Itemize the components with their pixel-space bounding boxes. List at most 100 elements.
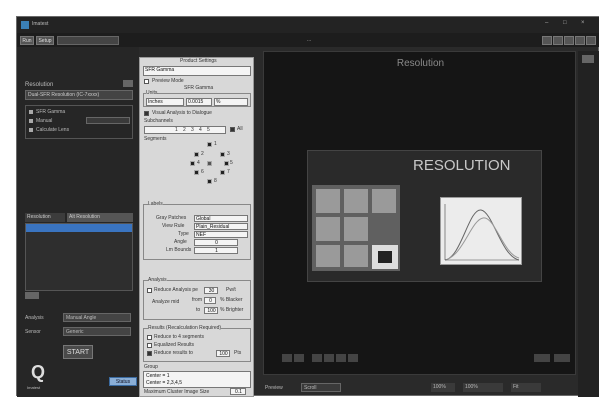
analysis-select[interactable]: Manual Angle: [63, 313, 131, 322]
menu-run[interactable]: Run: [20, 36, 34, 45]
fit-select[interactable]: Fit: [511, 383, 541, 392]
sub-5[interactable]: 5: [207, 127, 210, 134]
results-section-label: Results (Recalculation Required): [148, 325, 222, 332]
product-select[interactable]: SFR Gamma: [143, 66, 251, 76]
reduce-segments-checkbox[interactable]: [147, 335, 152, 340]
sub-all-label: All: [237, 126, 243, 132]
viewer-btn-b[interactable]: [554, 354, 570, 362]
group-textarea[interactable]: Center = 1 Center = 2,3,4,5: [143, 371, 251, 388]
max-cluster-input[interactable]: 0.1: [230, 388, 246, 395]
pan-icon[interactable]: [348, 354, 358, 362]
sub-1[interactable]: 1: [175, 127, 178, 134]
chart-image[interactable]: RESOLUTION: [307, 150, 542, 282]
segment-dot[interactable]: [190, 161, 195, 166]
mtf-curve-graphic: [444, 204, 520, 261]
tab-resolution[interactable]: Resolution: [25, 213, 65, 222]
preview-mode-checkbox[interactable]: [144, 79, 149, 84]
list-add-button[interactable]: [25, 292, 39, 299]
mtf-plot: [440, 197, 522, 265]
segment-dot[interactable]: [224, 161, 229, 166]
view-rule-input[interactable]: Plain_Residual: [194, 223, 248, 230]
maximize-icon[interactable]: □: [563, 20, 573, 30]
window-title: Imatest: [32, 21, 49, 27]
segment-num: 4: [197, 160, 200, 166]
gray-patches-input[interactable]: Global: [194, 215, 248, 222]
viewer-title: Resolution: [396, 58, 445, 69]
viewer-scroll-select[interactable]: Scroll: [301, 383, 341, 392]
reduce-results-checkbox[interactable]: [147, 351, 152, 356]
segment-dot[interactable]: [220, 170, 225, 175]
sub-2[interactable]: 2: [183, 127, 186, 134]
sub-all-checkbox[interactable]: [230, 127, 235, 132]
sub-3[interactable]: 3: [191, 127, 194, 134]
units-label: Units: [146, 90, 158, 97]
tab-alt-resolution[interactable]: Alt Resolution: [67, 213, 133, 222]
analyze-from-input[interactable]: 0: [204, 297, 216, 304]
pattern-block: [372, 189, 396, 213]
analyze-from-unit: % Blacker: [220, 297, 243, 303]
pattern-block: [344, 217, 368, 241]
angle-input[interactable]: 0: [194, 239, 238, 246]
left-collapse-button[interactable]: [123, 80, 133, 87]
toolbar-btn-2[interactable]: [553, 36, 563, 45]
reduce-patches-checkbox[interactable]: [147, 288, 152, 293]
menu-setup[interactable]: Setup: [36, 36, 54, 45]
viewer-preview-label: Preview: [265, 385, 283, 391]
analysis-section-label: Analysis: [148, 277, 167, 284]
right-panel: [578, 51, 599, 397]
reduce-results-unit: Pts: [234, 350, 242, 356]
left-header: Resolution: [25, 82, 54, 88]
option-check-1[interactable]: [29, 110, 33, 114]
prev-icon[interactable]: [282, 354, 292, 362]
next-icon[interactable]: [294, 354, 304, 362]
equalized-checkbox[interactable]: [147, 343, 152, 348]
reduce-patches-label: Reduce Analysis pe: [154, 287, 198, 293]
subchannel-selector[interactable]: 1 2 3 4 5: [144, 126, 226, 134]
reduce-results-input[interactable]: 100: [216, 350, 230, 357]
segment-dot[interactable]: [207, 179, 212, 184]
toolbar-btn-4[interactable]: [575, 36, 585, 45]
right-collapse-button[interactable]: [582, 55, 594, 63]
left-panel: Resolution Dual-SFR Resolution (IC-7xxxx…: [17, 47, 139, 397]
units-group: Units Inches 0.0015 %: [143, 90, 251, 107]
segment-dot-center[interactable]: [207, 161, 212, 166]
segment-dot[interactable]: [220, 152, 225, 157]
minimize-icon[interactable]: –: [545, 20, 555, 30]
app-icon: [21, 21, 29, 29]
option-check-2[interactable]: [29, 119, 33, 123]
toolbar-btn-3[interactable]: [564, 36, 574, 45]
units-type-select[interactable]: Inches: [146, 98, 184, 106]
segment-dot[interactable]: [194, 152, 199, 157]
zoom-out-icon[interactable]: [324, 354, 334, 362]
segment-num: 5: [230, 160, 233, 166]
units-unit-select[interactable]: %: [214, 98, 248, 106]
lm-bounds-input[interactable]: 1: [194, 247, 238, 254]
type-input[interactable]: NEF: [194, 231, 248, 238]
visual-analysis-checkbox[interactable]: [144, 111, 149, 116]
pattern-block: [344, 189, 368, 213]
option-input[interactable]: [86, 117, 130, 124]
toolbar-combo[interactable]: [57, 36, 119, 45]
zoom-value-1[interactable]: 100%: [431, 383, 455, 392]
results-list[interactable]: [25, 223, 133, 291]
segment-dot[interactable]: [207, 142, 212, 147]
close-icon[interactable]: ×: [581, 20, 591, 30]
list-item-selected[interactable]: [26, 224, 132, 232]
viewer-btn-a[interactable]: [534, 354, 550, 362]
zoom-value-2[interactable]: 100%: [463, 383, 503, 392]
option-check-3[interactable]: [29, 128, 33, 132]
start-button[interactable]: START: [63, 345, 93, 359]
toolbar-btn-1[interactable]: [542, 36, 552, 45]
gray-patches-label: Gray Patches: [156, 215, 187, 221]
units-value-input[interactable]: 0.0015: [186, 98, 212, 106]
sensor-select[interactable]: Generic: [63, 327, 131, 336]
segment-dot[interactable]: [194, 170, 199, 175]
analyze-to-input[interactable]: 100: [204, 307, 218, 314]
chart-select[interactable]: Dual-SFR Resolution (IC-7xxxx): [25, 90, 133, 100]
reduce-patches-input[interactable]: 30: [204, 287, 218, 294]
fit-icon[interactable]: [336, 354, 346, 362]
toolbar-btn-5[interactable]: [586, 36, 596, 45]
sub-4[interactable]: 4: [199, 127, 202, 134]
group-label: Group: [144, 364, 158, 370]
zoom-in-icon[interactable]: [312, 354, 322, 362]
